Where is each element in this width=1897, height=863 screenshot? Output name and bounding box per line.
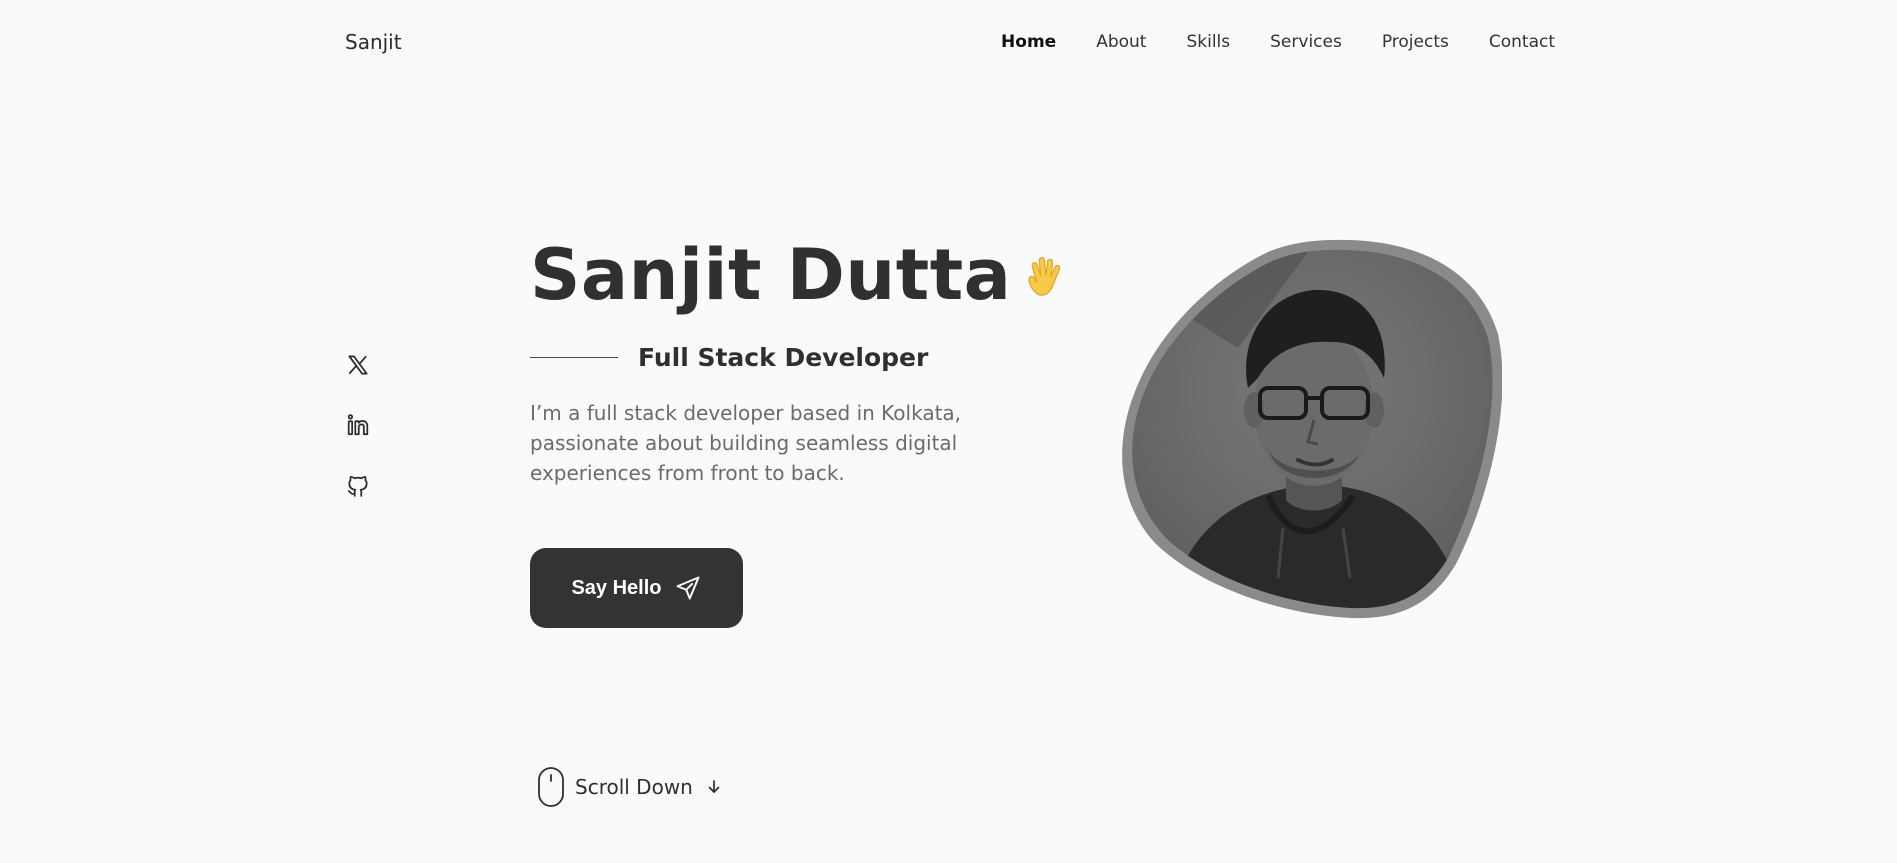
main-nav: Home About Skills Services Projects Cont… [1001,32,1555,52]
nav-link-skills[interactable]: Skills [1186,32,1230,52]
hero-subtitle: Full Stack Developer [638,343,929,372]
site-logo[interactable]: Sanjit [345,30,402,54]
send-icon [676,576,700,600]
linkedin-icon [347,414,369,436]
say-hello-label: Say Hello [571,576,662,599]
nav-item-services: Services [1270,32,1342,52]
nav-link-about[interactable]: About [1096,32,1146,52]
social-links [345,352,371,498]
nav-item-about: About [1096,32,1146,52]
x-icon [348,355,368,375]
arrow-down-icon [708,780,720,793]
nav-item-home: Home [1001,32,1056,52]
nav-link-projects[interactable]: Projects [1382,32,1449,52]
waving-hand-icon [1028,257,1061,296]
nav-link-services[interactable]: Services [1270,32,1342,52]
hero-name: Sanjit Dutta [530,234,1012,316]
nav-link-home[interactable]: Home [1001,32,1056,52]
hero-description: I’m a full stack developer based in Kolk… [530,401,962,485]
hero-title-row: Sanjit Dutta [530,240,1071,310]
nav-item-projects: Projects [1382,32,1449,52]
scroll-down-label: Scroll Down [575,775,693,799]
nav-item-contact: Contact [1489,32,1555,52]
scroll-down-link[interactable]: Scroll Down [537,766,723,808]
mouse-icon [538,767,564,807]
page: Sanjit Home About Skills Services Projec… [0,0,1897,863]
nav-item-skills: Skills [1186,32,1230,52]
github-icon [347,476,368,497]
say-hello-button[interactable]: Say Hello [530,548,743,628]
subtitle-divider [530,357,618,358]
linkedin-link[interactable] [345,412,371,438]
nav-link-contact[interactable]: Contact [1489,32,1555,52]
github-link[interactable] [345,472,371,498]
x-link[interactable] [345,352,371,378]
profile-portrait [1118,238,1502,620]
hero-subtitle-row: Full Stack Developer [530,343,928,372]
